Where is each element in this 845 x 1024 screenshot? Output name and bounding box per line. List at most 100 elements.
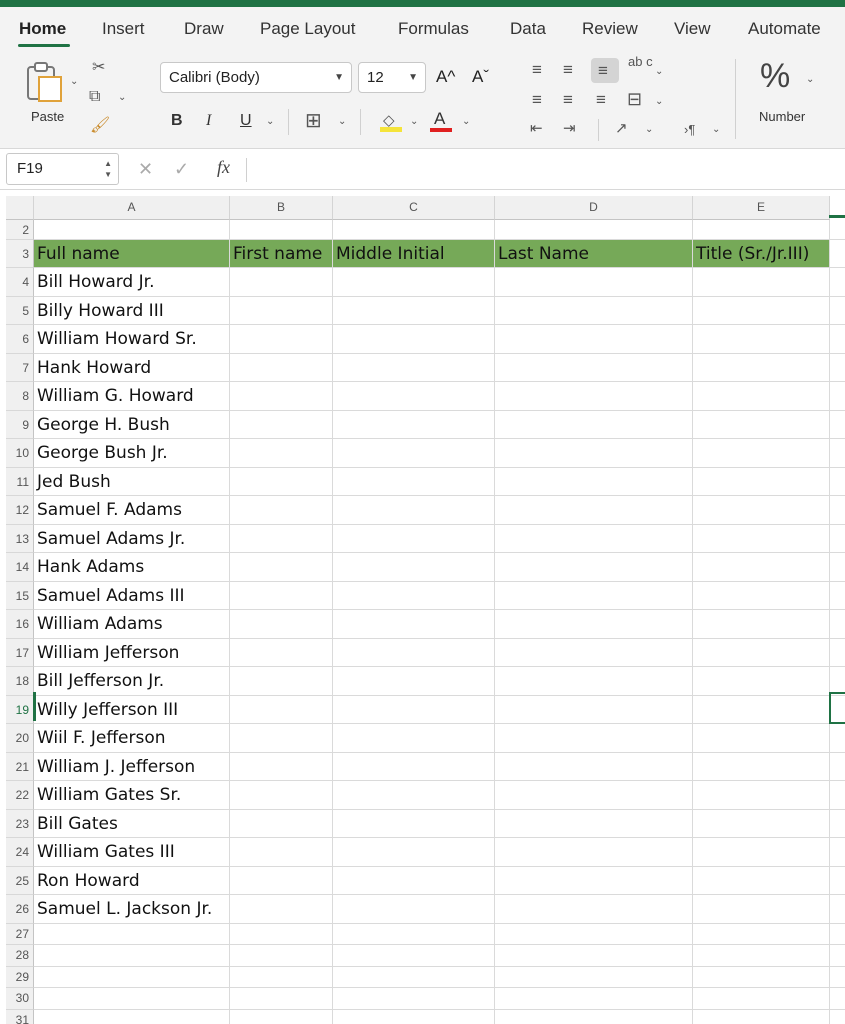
number-chevron-icon[interactable]: ⌄ bbox=[806, 75, 814, 85]
table-cell[interactable] bbox=[230, 382, 333, 411]
table-cell[interactable] bbox=[34, 1009, 230, 1024]
table-cell[interactable] bbox=[495, 752, 693, 781]
table-cell[interactable] bbox=[333, 895, 495, 924]
table-cell[interactable]: Samuel Adams Jr. bbox=[34, 524, 230, 553]
row-header[interactable]: 23 bbox=[6, 809, 34, 838]
table-cell[interactable] bbox=[333, 524, 495, 553]
row-header[interactable]: 10 bbox=[6, 439, 34, 468]
table-cell[interactable] bbox=[693, 667, 830, 696]
table-cell[interactable] bbox=[693, 553, 830, 582]
table-cell[interactable] bbox=[34, 923, 230, 945]
align-middle-icon[interactable]: ≡ bbox=[563, 61, 573, 78]
table-cell[interactable] bbox=[333, 809, 495, 838]
header-cell[interactable]: Last Name bbox=[495, 240, 693, 268]
row-header[interactable]: 7 bbox=[6, 353, 34, 382]
orientation-chevron-icon[interactable]: ⌄ bbox=[645, 125, 653, 135]
table-cell[interactable] bbox=[333, 1009, 495, 1024]
table-cell[interactable]: Hank Adams bbox=[34, 553, 230, 582]
copy-icon[interactable]: ⧉ bbox=[89, 89, 100, 105]
table-cell[interactable] bbox=[495, 325, 693, 354]
active-cell[interactable] bbox=[829, 692, 845, 724]
table-cell[interactable] bbox=[333, 439, 495, 468]
table-cell[interactable] bbox=[830, 325, 845, 354]
enter-icon[interactable]: ✓ bbox=[174, 159, 189, 180]
table-cell[interactable] bbox=[693, 838, 830, 867]
row-header[interactable]: 21 bbox=[6, 752, 34, 781]
table-cell[interactable] bbox=[495, 553, 693, 582]
table-cell[interactable] bbox=[830, 297, 845, 325]
table-cell[interactable] bbox=[333, 838, 495, 867]
table-cell[interactable] bbox=[230, 724, 333, 753]
table-cell[interactable] bbox=[230, 410, 333, 439]
table-cell[interactable] bbox=[495, 988, 693, 1010]
function-icon[interactable]: fx bbox=[217, 157, 230, 178]
row-header[interactable]: 26 bbox=[6, 895, 34, 924]
table-cell[interactable] bbox=[230, 553, 333, 582]
table-cell[interactable] bbox=[230, 220, 333, 240]
table-cell[interactable] bbox=[333, 988, 495, 1010]
fill-color-icon[interactable]: ◇ bbox=[380, 111, 402, 133]
row-header[interactable]: 11 bbox=[6, 467, 34, 496]
tab-review[interactable]: Review bbox=[582, 19, 638, 39]
align-top-icon[interactable]: ≡ bbox=[532, 61, 542, 78]
table-cell[interactable] bbox=[230, 695, 333, 724]
table-cell[interactable] bbox=[830, 1010, 845, 1024]
table-cell[interactable] bbox=[333, 667, 495, 696]
table-cell[interactable] bbox=[230, 809, 333, 838]
table-cell[interactable] bbox=[830, 354, 845, 382]
row-header[interactable]: 24 bbox=[6, 838, 34, 867]
table-cell[interactable] bbox=[333, 467, 495, 496]
table-cell[interactable]: William Jefferson bbox=[34, 638, 230, 667]
table-cell[interactable] bbox=[830, 639, 845, 667]
align-right-icon[interactable]: ≡ bbox=[596, 91, 606, 108]
table-cell[interactable] bbox=[830, 945, 845, 967]
table-cell[interactable] bbox=[693, 382, 830, 411]
table-cell[interactable] bbox=[693, 724, 830, 753]
table-cell[interactable] bbox=[495, 382, 693, 411]
table-cell[interactable] bbox=[333, 923, 495, 945]
tab-page-layout[interactable]: Page Layout bbox=[260, 19, 355, 39]
table-cell[interactable]: Ron Howard bbox=[34, 866, 230, 895]
borders-icon[interactable]: ⊞ bbox=[305, 111, 322, 131]
font-color-chevron-icon[interactable]: ⌄ bbox=[462, 117, 470, 127]
underline-button[interactable]: U bbox=[240, 112, 252, 130]
row-header[interactable]: 25 bbox=[6, 866, 34, 895]
tab-home[interactable]: Home bbox=[19, 19, 66, 39]
table-cell[interactable] bbox=[693, 524, 830, 553]
table-cell[interactable] bbox=[333, 610, 495, 639]
table-cell[interactable] bbox=[495, 945, 693, 967]
table-cell[interactable] bbox=[230, 1009, 333, 1024]
row-header[interactable]: 13 bbox=[6, 524, 34, 553]
table-cell[interactable] bbox=[830, 838, 845, 867]
table-cell[interactable] bbox=[230, 781, 333, 810]
table-cell[interactable] bbox=[495, 353, 693, 382]
table-cell[interactable] bbox=[333, 220, 495, 240]
table-cell[interactable] bbox=[830, 810, 845, 838]
table-cell[interactable] bbox=[830, 867, 845, 895]
table-cell[interactable] bbox=[495, 467, 693, 496]
table-cell[interactable] bbox=[230, 296, 333, 325]
table-cell[interactable] bbox=[495, 581, 693, 610]
table-cell[interactable] bbox=[693, 496, 830, 525]
table-cell[interactable] bbox=[830, 724, 845, 753]
text-direction-chevron-icon[interactable]: ⌄ bbox=[712, 125, 720, 135]
row-header[interactable]: 18 bbox=[6, 667, 34, 696]
table-cell[interactable] bbox=[333, 781, 495, 810]
table-cell[interactable] bbox=[495, 268, 693, 297]
tab-view[interactable]: View bbox=[674, 19, 711, 39]
underline-chevron-icon[interactable]: ⌄ bbox=[266, 117, 274, 127]
align-center-icon[interactable]: ≡ bbox=[563, 91, 573, 108]
text-direction-icon[interactable]: ›¶ bbox=[684, 123, 695, 136]
table-cell[interactable] bbox=[830, 553, 845, 582]
table-cell[interactable] bbox=[830, 781, 845, 810]
table-cell[interactable] bbox=[230, 752, 333, 781]
bold-button[interactable]: B bbox=[171, 112, 183, 130]
table-cell[interactable] bbox=[230, 923, 333, 945]
table-cell[interactable]: Bill Gates bbox=[34, 809, 230, 838]
tab-insert[interactable]: Insert bbox=[102, 19, 145, 39]
row-header[interactable]: 5 bbox=[6, 296, 34, 325]
table-cell[interactable] bbox=[495, 496, 693, 525]
table-cell[interactable] bbox=[333, 866, 495, 895]
row-header[interactable]: 8 bbox=[6, 382, 34, 411]
table-cell[interactable] bbox=[495, 966, 693, 988]
